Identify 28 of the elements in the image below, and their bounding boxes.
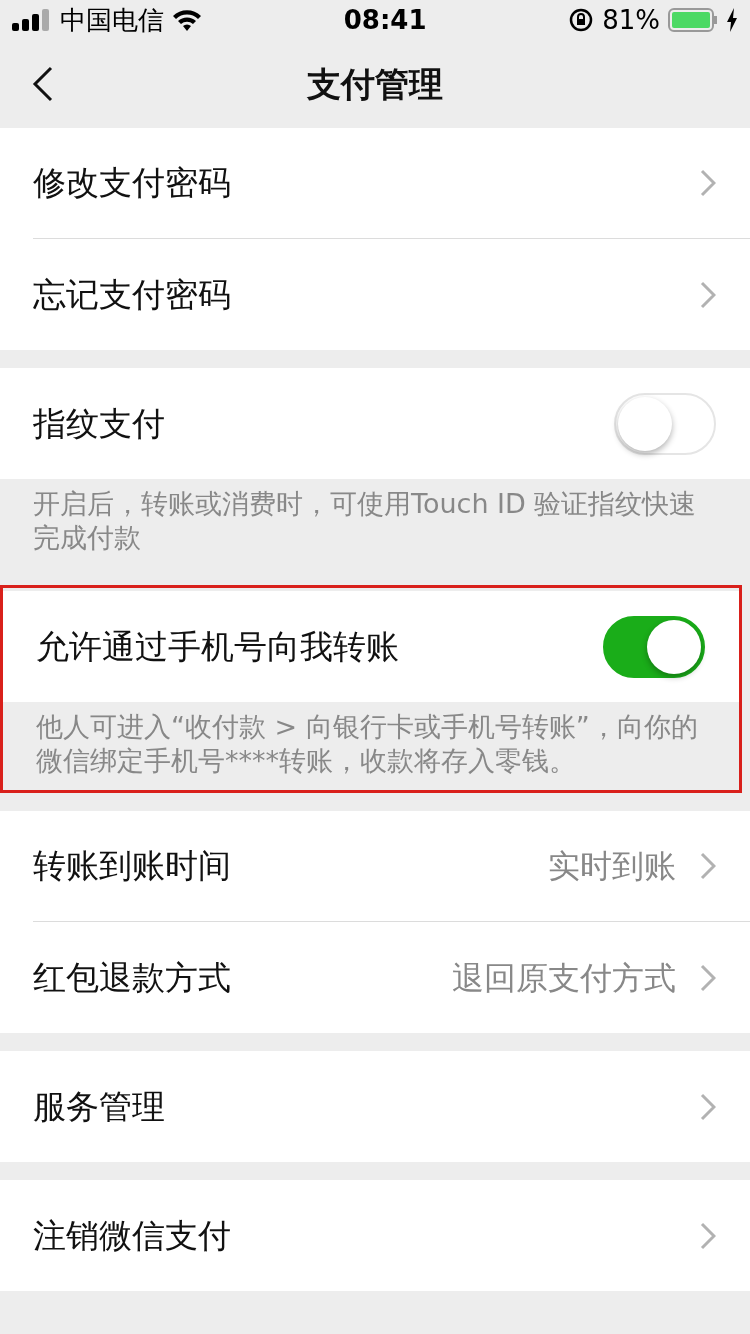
charging-icon <box>726 8 738 32</box>
signal-icon <box>12 9 52 31</box>
battery-percent: 81% <box>602 3 660 37</box>
carrier-name: 中国电信 <box>60 3 164 37</box>
chevron-right-icon <box>700 280 716 309</box>
setting-label: 允许通过手机号向我转账 <box>36 625 399 668</box>
setting-label[interactable]: 忘记支付密码 <box>33 269 231 320</box>
setting-label[interactable]: 修改支付密码 <box>33 158 231 208</box>
page-title: 支付管理 <box>307 62 443 106</box>
rotation-lock-icon <box>568 7 595 33</box>
chevron-right-icon <box>700 1221 716 1250</box>
battery-icon <box>668 8 718 32</box>
section-note: 他人可进入“收付款 > 向银行卡或手机号转账”，向你的微信绑定手机号****转账，收款将存入零钱。 <box>35 710 699 778</box>
wifi-icon <box>172 9 202 31</box>
setting-value: 退回原支付方式 <box>452 957 676 999</box>
setting-value: 实时到账 <box>548 846 676 887</box>
setting-label[interactable]: 红包退款方式 <box>33 952 231 1003</box>
clock-time: 08:41 <box>343 3 427 37</box>
chevron-right-icon <box>700 852 716 880</box>
toggle-switch[interactable] <box>603 615 705 678</box>
chevron-right-icon <box>700 169 716 197</box>
section-note: 开启后，转账或消费时，可使用Touch ID 验证指纹快速完成付款 <box>32 487 698 555</box>
chevron-right-icon <box>700 963 716 992</box>
setting-label[interactable]: 转账到账时间 <box>33 841 231 891</box>
setting-label[interactable]: 注销微信支付 <box>33 1210 231 1261</box>
chevron-right-icon <box>700 1092 716 1121</box>
setting-label[interactable]: 服务管理 <box>33 1081 165 1132</box>
setting-label: 指纹支付 <box>33 402 165 445</box>
